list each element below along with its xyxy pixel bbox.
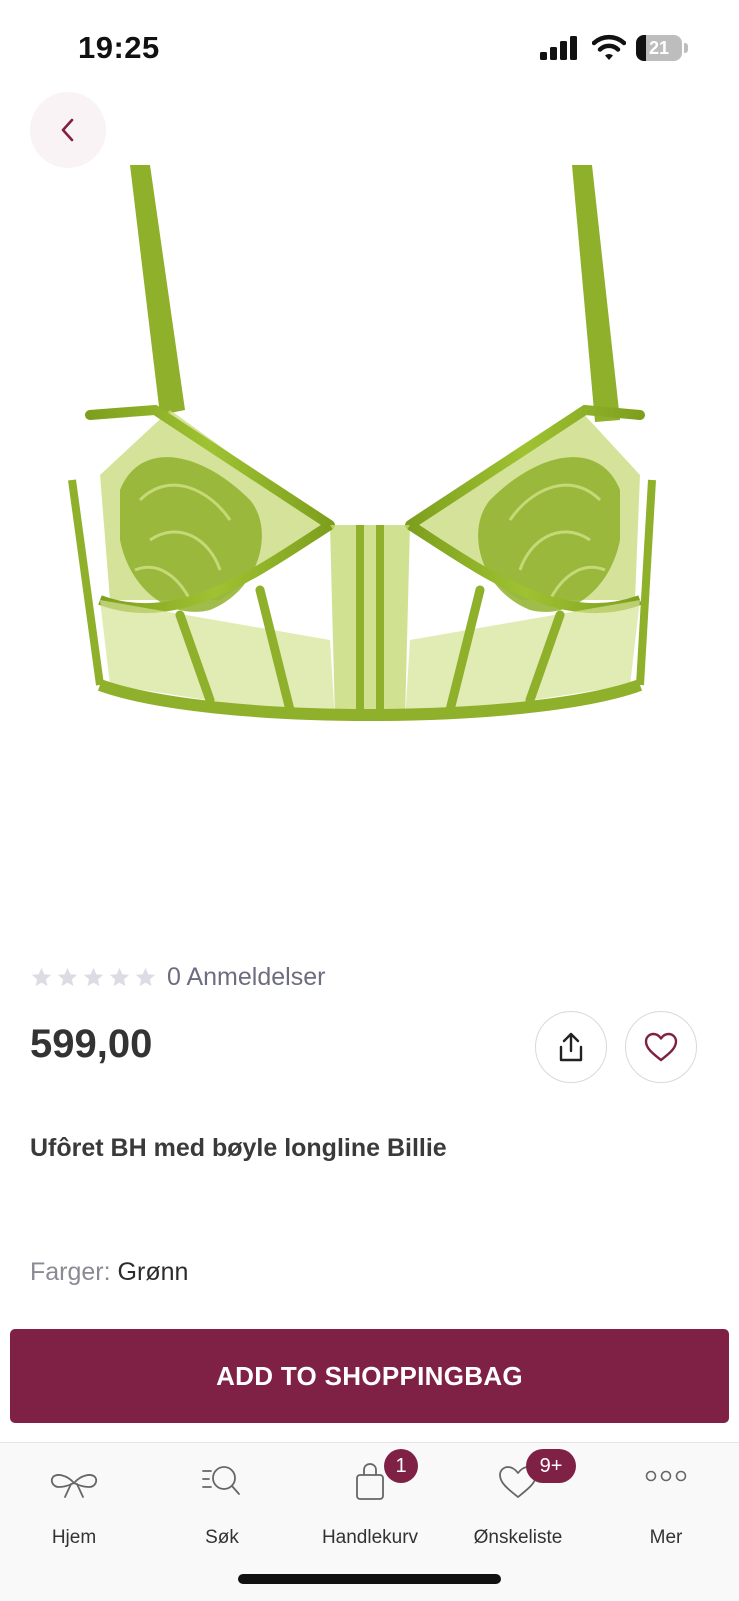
star-icon bbox=[109, 967, 130, 986]
more-dots-icon bbox=[645, 1470, 687, 1482]
heart-icon bbox=[644, 1032, 678, 1062]
star-icon bbox=[135, 967, 156, 986]
product-image[interactable] bbox=[60, 160, 680, 760]
color-selector[interactable]: Farger: Grønn bbox=[30, 1258, 188, 1287]
share-button[interactable] bbox=[535, 1011, 607, 1083]
wifi-icon bbox=[592, 34, 626, 60]
star-icon bbox=[83, 967, 104, 986]
status-time: 19:25 bbox=[78, 30, 160, 65]
bow-icon bbox=[50, 1474, 98, 1498]
signal-icon bbox=[540, 36, 577, 60]
tab-cart-label: Handlekurv bbox=[321, 1527, 419, 1548]
status-bar: 19:25 21 bbox=[0, 0, 739, 100]
tab-more-label: Mer bbox=[649, 1527, 683, 1548]
battery-body: 21 bbox=[636, 35, 682, 61]
battery-cap bbox=[684, 43, 688, 53]
tab-more[interactable]: Mer bbox=[592, 1457, 739, 1557]
rating[interactable]: 0 Anmeldelser bbox=[30, 960, 325, 994]
tab-home-label: Hjem bbox=[51, 1527, 97, 1548]
cart-badge: 1 bbox=[384, 1449, 418, 1483]
share-icon bbox=[559, 1032, 583, 1062]
tab-search[interactable]: Søk bbox=[148, 1457, 296, 1557]
wishlist-button[interactable] bbox=[625, 1011, 697, 1083]
battery-icon: 21 bbox=[636, 35, 688, 61]
back-button[interactable] bbox=[30, 92, 106, 168]
back-arrow-icon bbox=[61, 118, 74, 142]
tab-wishlist[interactable]: 9+ Ønskeliste bbox=[444, 1449, 592, 1557]
tab-cart[interactable]: 1 Handlekurv bbox=[296, 1449, 444, 1557]
color-value: Grønn bbox=[117, 1258, 189, 1286]
tab-search-label: Søk bbox=[205, 1527, 239, 1548]
tab-wishlist-label: Ønskeliste bbox=[473, 1527, 563, 1548]
price: 599,00 bbox=[30, 1022, 153, 1066]
reviews-count[interactable]: 0 Anmeldelser bbox=[167, 963, 325, 992]
star-icon bbox=[57, 967, 78, 986]
product-title: Ufôret BH med bøyle longline Billie bbox=[30, 1134, 447, 1162]
star-icon bbox=[31, 967, 52, 986]
wishlist-badge: 9+ bbox=[526, 1449, 576, 1483]
search-icon bbox=[202, 1466, 240, 1495]
add-to-bag-button[interactable]: ADD TO SHOPPINGBAG bbox=[10, 1329, 729, 1423]
tab-home[interactable]: Hjem bbox=[0, 1457, 148, 1557]
rating-stars bbox=[30, 966, 157, 989]
colors-label: Farger: bbox=[30, 1258, 111, 1286]
battery-level: 21 bbox=[648, 38, 670, 58]
home-indicator[interactable] bbox=[238, 1574, 501, 1584]
